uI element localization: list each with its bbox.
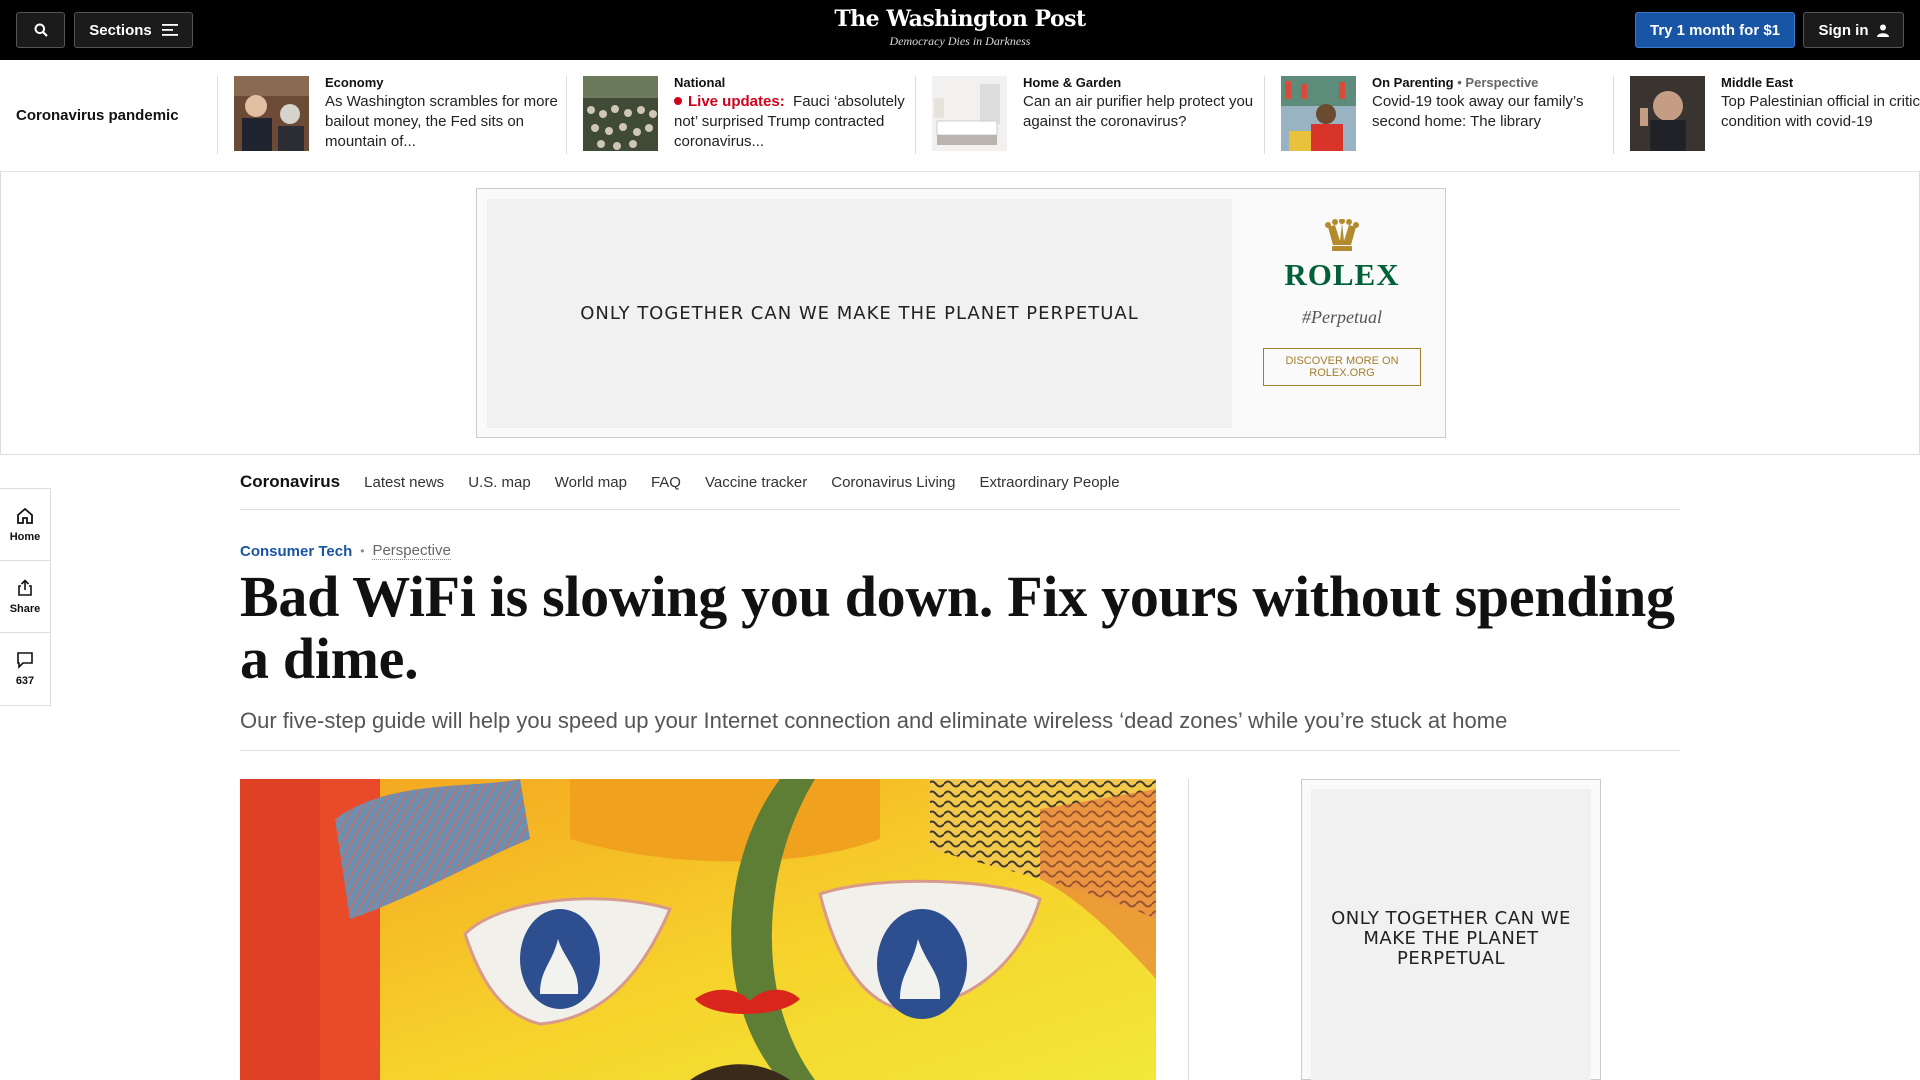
menu-icon (161, 24, 178, 36)
comments-button[interactable]: 637 (0, 633, 50, 705)
article-subheadline: Our five-step guide will help you speed … (240, 708, 1680, 751)
top-navigation-bar: Sections The Washington Post Democracy D… (0, 0, 1920, 60)
share-button[interactable]: Share (0, 561, 50, 633)
strip-kicker-perspective: • Perspective (1457, 75, 1539, 90)
thumbnail-image[interactable] (583, 76, 658, 151)
thumbnail-image[interactable] (234, 76, 309, 151)
subnav-link-vaccine-tracker[interactable]: Vaccine tracker (705, 474, 807, 491)
subscribe-button[interactable]: Try 1 month for $1 (1635, 12, 1795, 48)
right-rail-ad[interactable]: ONLY TOGETHER CAN WE MAKE THE PLANET PER… (1301, 779, 1601, 1080)
subnav-link-latest-news[interactable]: Latest news (364, 474, 444, 491)
rolex-banner-ad[interactable]: ONLY TOGETHER CAN WE MAKE THE PLANET PER… (476, 188, 1446, 438)
coronavirus-headline-strip: Coronavirus pandemic Economy As Washingt… (0, 60, 1920, 172)
right-ad-message[interactable]: ONLY TOGETHER CAN WE MAKE THE PLANET PER… (1311, 789, 1591, 1080)
thumbnail-image[interactable] (1630, 76, 1705, 151)
lead-illustration[interactable] (240, 779, 1156, 1080)
article-headline: Bad WiFi is slowing you down. Fix yours … (240, 564, 1675, 691)
home-button[interactable]: Home (0, 489, 50, 561)
masthead-logo[interactable]: The Washington Post Democracy Dies in Da… (760, 6, 1160, 49)
ad-message[interactable]: ONLY TOGETHER CAN WE MAKE THE PLANET PER… (487, 199, 1232, 428)
rolex-wordmark: ROLEX (1284, 257, 1400, 292)
search-button[interactable] (16, 12, 65, 48)
share-label: Share (9, 602, 41, 615)
subnav-link-coronavirus-living[interactable]: Coronavirus Living (831, 474, 955, 491)
kicker-separator: • (360, 544, 365, 558)
ad-cta-button[interactable]: DISCOVER MORE ON ROLEX.ORG (1263, 348, 1421, 386)
comment-icon (17, 652, 33, 669)
home-icon (17, 507, 33, 524)
section-kicker[interactable]: Consumer Tech (240, 543, 352, 560)
strip-kicker[interactable]: Economy (325, 75, 565, 90)
live-indicator (674, 97, 682, 105)
strip-headline[interactable]: Covid-19 took away our family’s second h… (1372, 92, 1612, 132)
strip-item[interactable]: Economy As Washington scrambles for more… (217, 75, 565, 154)
ad-brand-panel[interactable]: ROLEX #Perpetual DISCOVER MORE ON ROLEX.… (1237, 219, 1447, 386)
strip-headline[interactable]: As Washington scrambles for more bailout… (325, 92, 565, 152)
article-side-rail: Home Share 637 (0, 488, 51, 706)
strip-item[interactable]: Middle East Top Palestinian official in … (1613, 75, 1920, 154)
strip-item[interactable]: On Parenting • Perspective Covid-19 took… (1264, 75, 1612, 154)
coronavirus-subnav: Coronavirus Latest news U.S. map World m… (240, 455, 1680, 510)
strip-headline[interactable]: Live updates: Fauci ‘absolutely not’ sur… (674, 92, 914, 152)
strip-item[interactable]: Home & Garden Can an air purifier help p… (915, 75, 1263, 154)
sections-label: Sections (89, 21, 152, 39)
search-icon (34, 23, 48, 37)
top-ad-container: ONLY TOGETHER CAN WE MAKE THE PLANET PER… (0, 172, 1920, 455)
strip-kicker[interactable]: Home & Garden (1023, 75, 1263, 90)
ad-hashtag: #Perpetual (1302, 307, 1382, 327)
home-label: Home (9, 530, 41, 543)
comment-count: 637 (15, 675, 35, 687)
strip-kicker[interactable]: Middle East (1721, 75, 1920, 90)
perspective-label[interactable]: Perspective (372, 542, 451, 560)
article-kicker-row: Consumer Tech • Perspective (240, 542, 451, 560)
crown-icon (1325, 219, 1359, 251)
sections-button[interactable]: Sections (74, 12, 193, 48)
site-logo[interactable]: The Washington Post (760, 6, 1160, 32)
strip-kicker[interactable]: National (674, 75, 914, 90)
strip-headline[interactable]: Can an air purifier help protect you aga… (1023, 92, 1263, 132)
live-label: Live updates: (688, 93, 785, 110)
site-tagline: Democracy Dies in Darkness (889, 34, 1031, 48)
thumbnail-image[interactable] (1281, 76, 1356, 151)
strip-item[interactable]: National Live updates: Fauci ‘absolutely… (566, 75, 914, 154)
strip-kicker-section: On Parenting (1372, 75, 1454, 90)
subnav-link-world-map[interactable]: World map (555, 474, 627, 491)
subnav-link-extraordinary-people[interactable]: Extraordinary People (979, 474, 1119, 491)
strip-kicker[interactable]: On Parenting • Perspective (1372, 75, 1612, 90)
user-icon (1876, 24, 1889, 37)
subnav-link-us-map[interactable]: U.S. map (468, 474, 531, 491)
subnav-link-faq[interactable]: FAQ (651, 474, 681, 491)
column-divider (1188, 779, 1189, 1080)
strip-title[interactable]: Coronavirus pandemic (16, 107, 179, 124)
share-icon (18, 578, 32, 596)
sign-in-label: Sign in (1818, 21, 1869, 39)
subnav-title[interactable]: Coronavirus (240, 472, 340, 492)
sign-in-button[interactable]: Sign in (1803, 12, 1904, 48)
thumbnail-image[interactable] (932, 76, 1007, 151)
strip-headline[interactable]: Top Palestinian official in critical con… (1721, 92, 1920, 132)
